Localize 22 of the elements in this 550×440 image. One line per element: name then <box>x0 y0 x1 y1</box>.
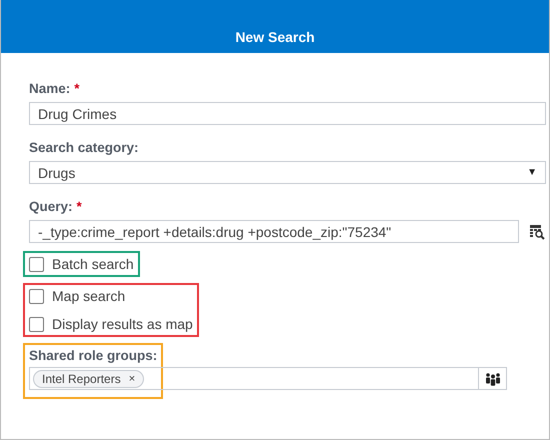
category-dropdown[interactable]: Drugs ▼ <box>29 161 546 184</box>
required-mark: * <box>76 199 82 214</box>
tag-label: Intel Reporters <box>42 372 121 386</box>
checkbox[interactable] <box>29 288 44 304</box>
checkbox[interactable] <box>29 316 44 332</box>
checkbox-label: Batch search <box>52 256 134 272</box>
required-mark: * <box>74 81 80 96</box>
query-field[interactable]: -_type:crime_report +details:drug +postcode_zip:"75234" <box>29 220 520 243</box>
field-label: Query: <box>29 199 73 214</box>
checkbox[interactable] <box>29 256 44 272</box>
role-groups-field[interactable]: Intel Reporters × <box>29 367 479 390</box>
field-label: Shared role groups: <box>29 348 158 363</box>
dialog-title: New Search <box>235 29 315 45</box>
checkbox-label: Map search <box>52 288 126 304</box>
group-picker-button[interactable] <box>479 367 507 390</box>
name-field[interactable]: Drug Crimes <box>29 102 546 125</box>
field-label: Name: <box>29 81 70 96</box>
table-search-icon[interactable] <box>529 224 545 240</box>
checkbox-label: Display results as map <box>52 316 193 332</box>
people-icon <box>484 372 500 386</box>
field-label: Search category: <box>29 140 139 155</box>
tag-remove-button[interactable]: × <box>128 372 136 384</box>
